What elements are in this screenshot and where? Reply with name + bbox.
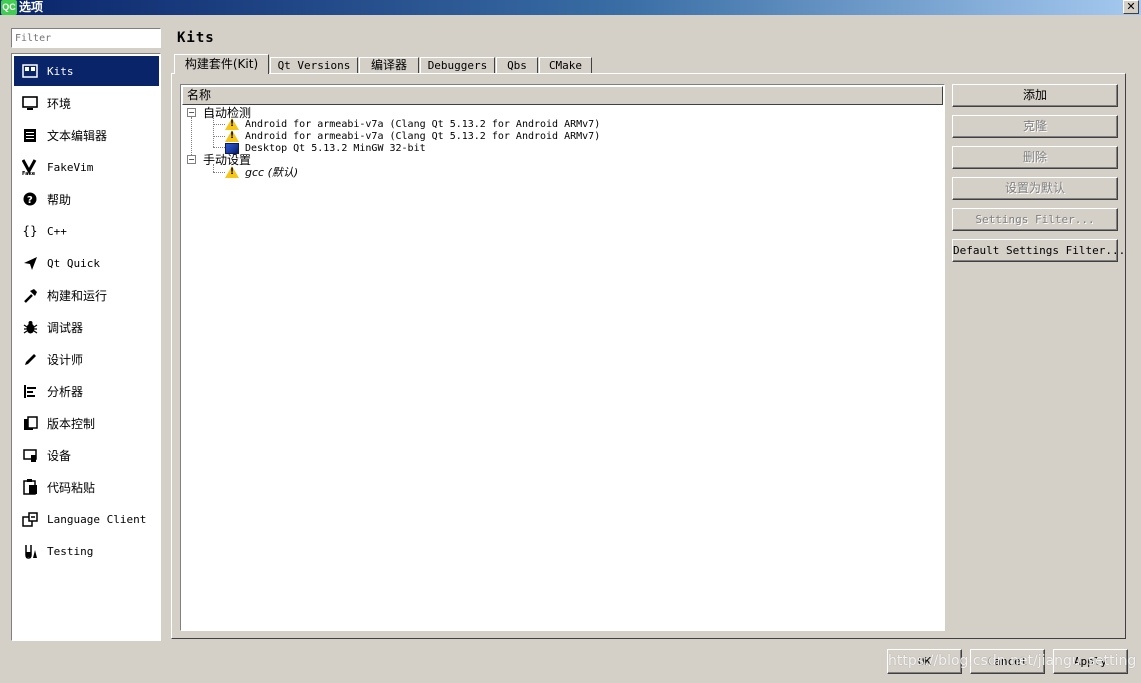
bug-icon	[22, 319, 38, 335]
sidebar-item-build-run[interactable]: 构建和运行	[14, 280, 159, 310]
expander-auto-detected[interactable]: −	[187, 108, 196, 117]
help-icon: ?	[22, 191, 38, 207]
sidebar-item-kits[interactable]: Kits	[14, 56, 159, 86]
expander-manual[interactable]: −	[187, 155, 196, 164]
tree-row-kit[interactable]: ! gcc (默认)	[225, 166, 299, 179]
sidebar-item-code-paste[interactable]: 代码粘贴	[14, 472, 159, 502]
kits-icon	[22, 63, 38, 79]
tree-row-kit[interactable]: Desktop Qt 5.13.2 MinGW 32-bit	[225, 142, 426, 154]
sidebar-item-language-client[interactable]: Language Client	[14, 504, 159, 534]
sidebar-item-label: 构建和运行	[47, 288, 108, 303]
flask-icon	[22, 543, 38, 559]
hammer-icon	[22, 287, 38, 303]
language-client-icon	[22, 511, 38, 527]
sidebar-item-label: 版本控制	[47, 416, 96, 431]
analyzer-icon	[22, 383, 38, 399]
sidebar-item-label: 代码粘贴	[47, 480, 96, 495]
tab-compilers[interactable]: 编译器	[359, 57, 419, 74]
sidebar-item-testing[interactable]: Testing	[14, 536, 159, 566]
sidebar-item-label: Qt Quick	[47, 256, 100, 270]
sidebar-item-label: 文本编辑器	[47, 128, 108, 143]
paper-plane-icon	[22, 255, 38, 271]
monitor-icon	[22, 95, 38, 111]
tree-group-manual[interactable]: 手动设置	[203, 152, 252, 167]
sidebar-item-qt-quick[interactable]: Qt Quick	[14, 248, 159, 278]
sidebar-item-cpp[interactable]: {} C++	[14, 216, 159, 246]
kit-label: Android for armeabi-v7a (Clang Qt 5.13.2…	[245, 130, 601, 142]
window-title: 选项	[19, 0, 44, 14]
device-icon	[22, 447, 38, 463]
sidebar-item-label: 帮助	[47, 192, 72, 207]
tab-qbs[interactable]: Qbs	[496, 57, 538, 74]
kit-label: gcc (默认)	[245, 166, 299, 179]
version-control-icon	[22, 415, 38, 431]
sidebar-item-version-control[interactable]: 版本控制	[14, 408, 159, 438]
filter-input[interactable]	[11, 28, 161, 48]
text-editor-icon	[22, 127, 38, 143]
make-default-button[interactable]: 设置为默认	[952, 177, 1118, 200]
sidebar-item-debugger[interactable]: 调试器	[14, 312, 159, 342]
page-title: Kits	[177, 30, 215, 46]
tree-connector	[213, 136, 225, 137]
clipboard-icon	[22, 479, 38, 495]
fakevim-icon: Fake	[22, 159, 38, 175]
sidebar-item-label: Testing	[47, 544, 94, 558]
sidebar-item-label: Language Client	[47, 512, 147, 526]
kit-label: Android for armeabi-v7a (Clang Qt 5.13.2…	[245, 118, 601, 130]
sidebar-item-label: Kits	[47, 64, 74, 78]
braces-icon: {}	[22, 224, 38, 238]
svg-text:Fake: Fake	[22, 171, 36, 175]
sidebar-item-designer[interactable]: 设计师	[14, 344, 159, 374]
tab-kits[interactable]: 构建套件(Kit)	[174, 54, 269, 74]
kits-tree[interactable]: 名称 − 自动检测 ! Android for armeabi-v7a (Cla…	[180, 84, 945, 631]
tree-group-label: 手动设置	[203, 152, 252, 167]
tree-row-kit[interactable]: ! Android for armeabi-v7a (Clang Qt 5.13…	[225, 118, 600, 130]
tab-debuggers[interactable]: Debuggers	[420, 57, 495, 74]
close-button[interactable]: ✕	[1123, 0, 1139, 14]
watermark: https://blog.csdn.net/jiangu_setting	[888, 653, 1137, 669]
sidebar-item-label: 环境	[47, 96, 72, 111]
warning-icon: !	[225, 118, 239, 130]
sidebar-item-label: FakeVim	[47, 160, 94, 174]
svg-text:?: ?	[27, 195, 33, 206]
sidebar-item-label: C++	[47, 224, 67, 238]
tab-cmake[interactable]: CMake	[539, 57, 592, 74]
warning-icon: !	[225, 130, 239, 142]
sidebar-item-environment[interactable]: 环境	[14, 88, 159, 118]
title-bar: QC 选项 ✕	[0, 0, 1141, 15]
sidebar-item-label: 调试器	[47, 320, 84, 335]
default-settings-filter-button[interactable]: Default Settings Filter...	[952, 239, 1125, 262]
sidebar-item-devices[interactable]: 设备	[14, 440, 159, 470]
tree-connector	[213, 124, 225, 125]
tree-connector	[213, 147, 225, 148]
qt-creator-icon: QC	[1, 0, 17, 15]
pencil-icon	[22, 351, 38, 367]
sidebar-item-fakevim[interactable]: Fake FakeVim	[14, 152, 159, 182]
sidebar-item-text-editor[interactable]: 文本编辑器	[14, 120, 159, 150]
kit-label: Desktop Qt 5.13.2 MinGW 32-bit	[245, 142, 426, 154]
category-sidebar: Kits 环境 文本编辑器 Fake FakeVim ? 帮助 {} C++ Q…	[11, 53, 161, 641]
sidebar-item-label: 设计师	[47, 352, 84, 367]
remove-button[interactable]: 删除	[952, 146, 1118, 169]
clone-button[interactable]: 克隆	[952, 115, 1118, 138]
tree-connector	[191, 117, 192, 159]
column-header-name[interactable]: 名称	[182, 86, 943, 105]
sidebar-item-label: 设备	[47, 448, 72, 463]
tree-connector	[213, 172, 225, 173]
add-button[interactable]: 添加	[952, 84, 1118, 107]
tree-row-kit[interactable]: ! Android for armeabi-v7a (Clang Qt 5.13…	[225, 130, 600, 142]
sidebar-item-help[interactable]: ? 帮助	[14, 184, 159, 214]
warning-icon: !	[225, 166, 239, 178]
settings-filter-button[interactable]: Settings Filter...	[952, 208, 1118, 231]
sidebar-item-label: 分析器	[47, 384, 84, 399]
sidebar-item-analyzer[interactable]: 分析器	[14, 376, 159, 406]
tab-qt-versions[interactable]: Qt Versions	[270, 57, 358, 74]
tree-group-auto-detected[interactable]: 自动检测	[203, 106, 251, 120]
